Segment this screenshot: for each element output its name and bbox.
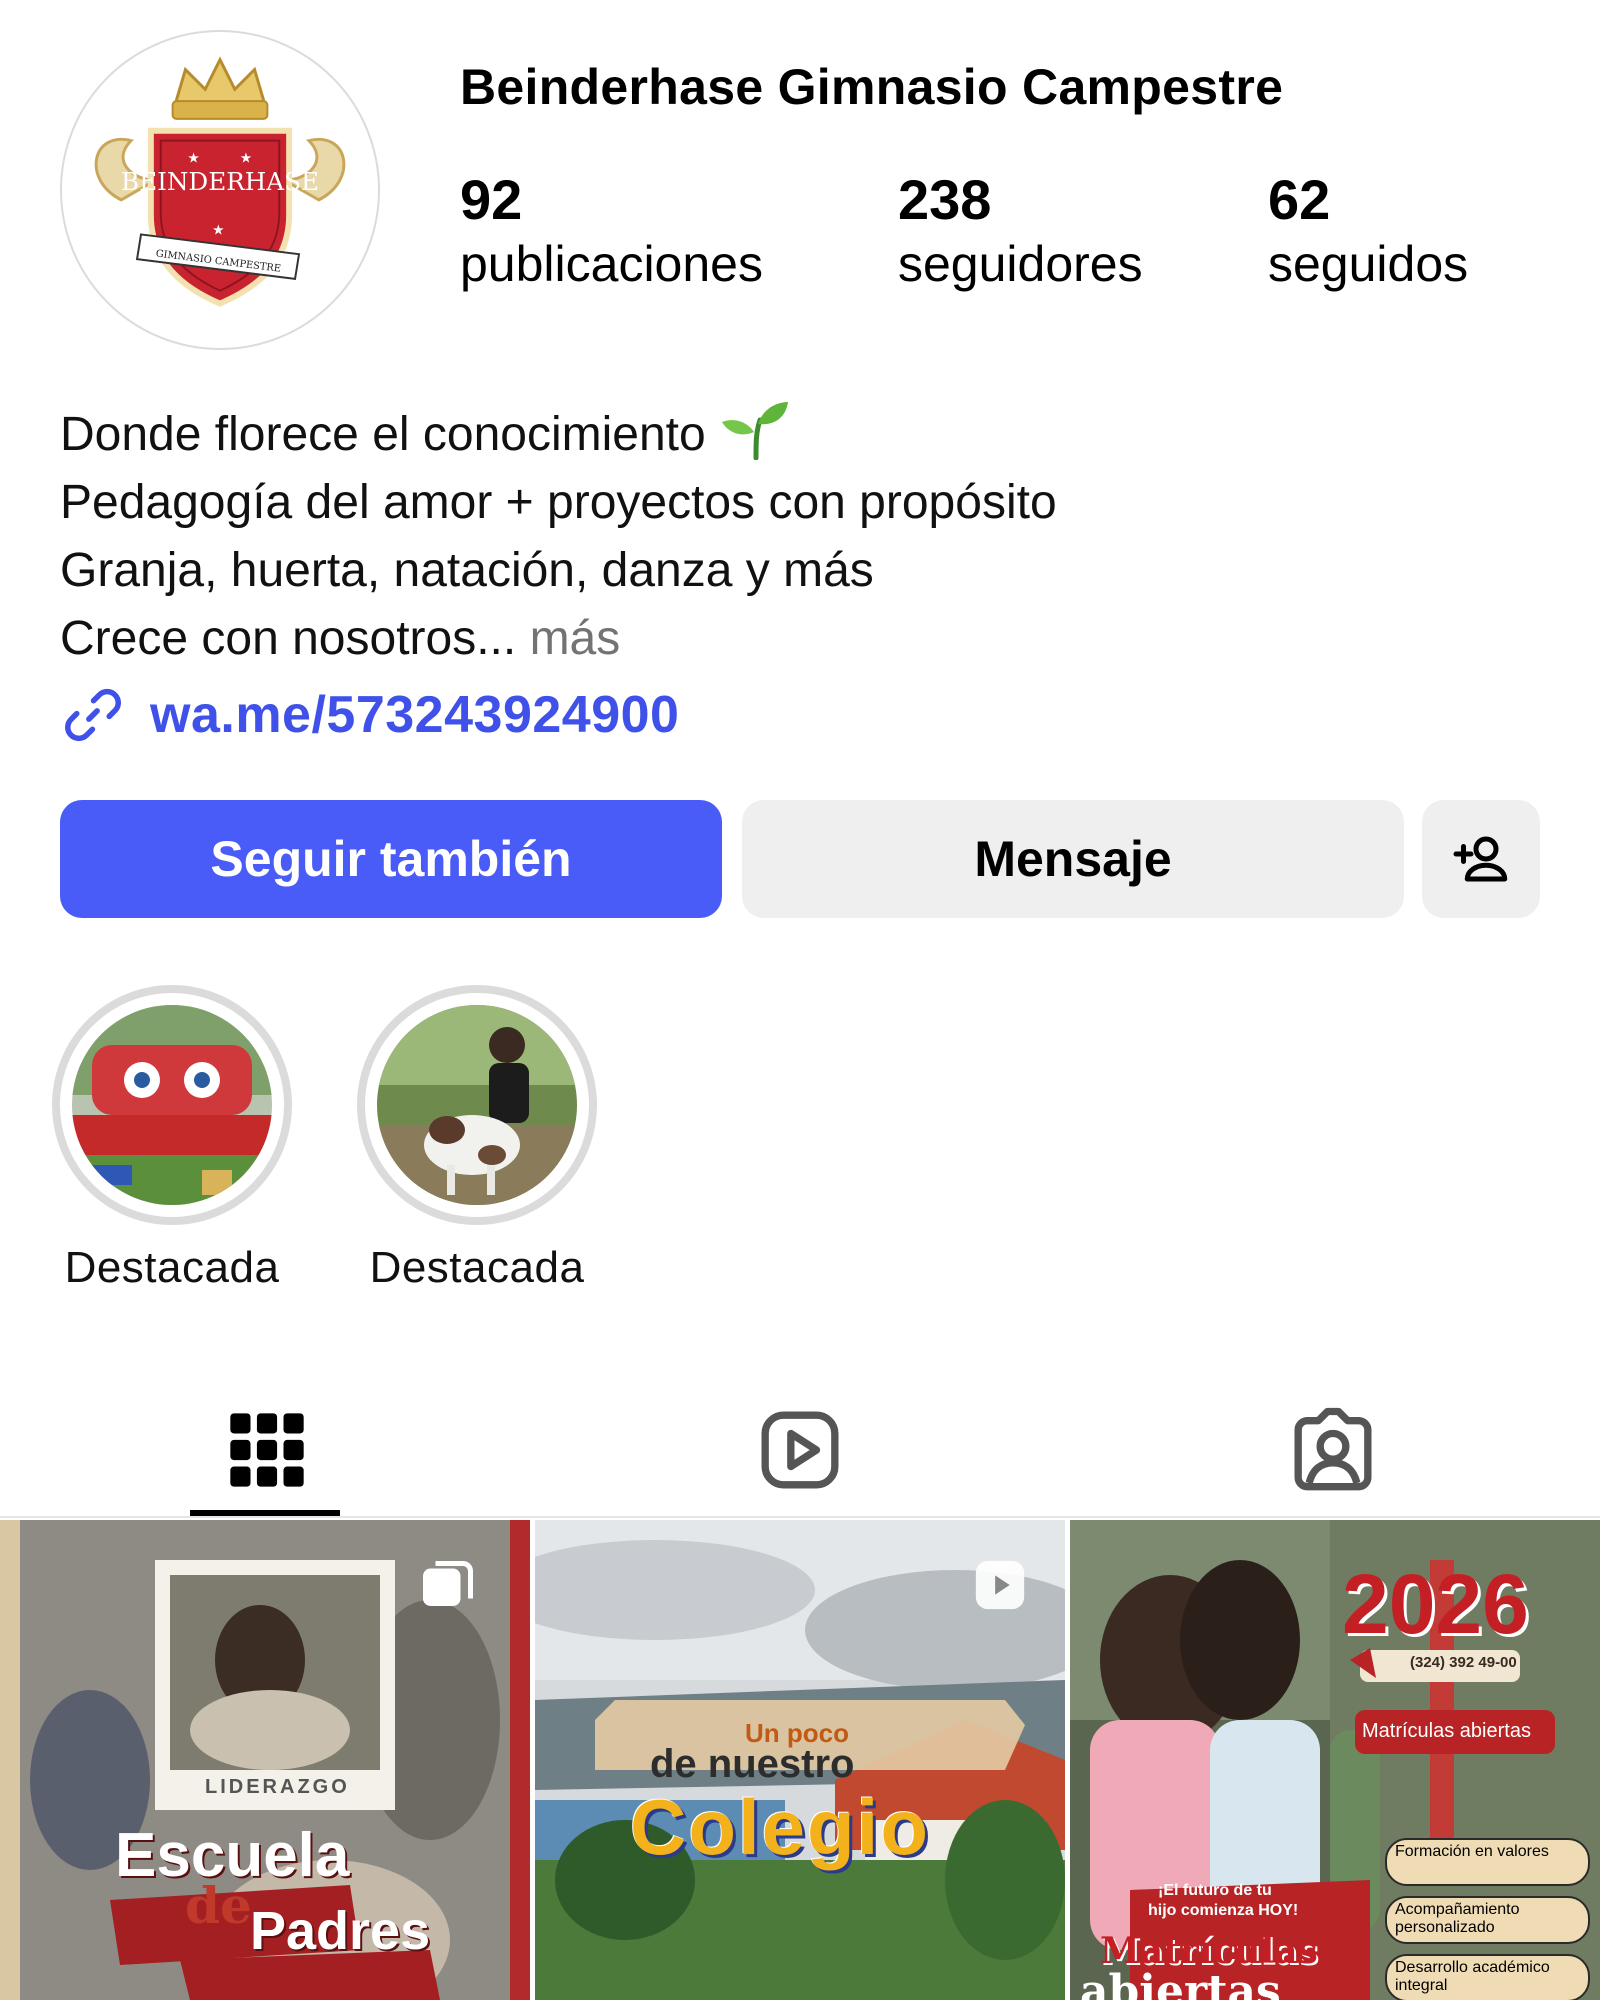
profile-link-text[interactable]: wa.me/573243924900 <box>150 685 679 745</box>
bio-line-3: Granja, huerta, natación, danza y más <box>60 544 874 597</box>
bio-line-4-text: Crece con nosotros <box>60 612 477 665</box>
stat-posts-count: 92 <box>460 168 523 231</box>
post-tagline-1: ¡El futuro de tu <box>1158 1882 1272 1899</box>
post-year: 2026 <box>1342 1557 1529 1651</box>
profile-link[interactable]: wa.me/573243924900 <box>60 682 679 748</box>
post-tagline-2: hijo comienza HOY! <box>1148 1902 1299 1919</box>
reel-icon <box>975 1560 1025 1610</box>
post-big-2: abiertas <box>1080 1966 1281 2000</box>
bio-line-1-text: Donde florece el conocimiento <box>60 408 706 461</box>
highlight-label: Destacada <box>369 1243 585 1292</box>
suggested-users-button[interactable] <box>1422 800 1540 918</box>
profile-avatar[interactable]: BEINDERHASE ★ ★ ★ GIMNASIO CAMPESTRE <box>60 30 380 350</box>
post-nuestro-colegio[interactable]: Un poco de nuestro Colegio <box>535 1520 1065 2000</box>
post-feature-1: Formación en valores <box>1385 1838 1590 1886</box>
highlight-ring <box>357 985 597 1225</box>
stat-followers-count: 238 <box>898 168 992 231</box>
bio-more-link[interactable]: más <box>530 612 621 665</box>
reels-icon <box>761 1411 838 1489</box>
bio-ellipsis: ... <box>476 612 517 665</box>
stat-following-count: 62 <box>1268 168 1331 231</box>
sprout-icon <box>721 402 788 460</box>
school-logo: BEINDERHASE ★ ★ ★ GIMNASIO CAMPESTRE <box>94 56 346 307</box>
tab-posts-grid[interactable] <box>0 1380 533 1520</box>
stat-followers[interactable]: 238 seguidores <box>898 168 1143 296</box>
highlight-ring <box>52 985 292 1225</box>
post-escuela-de-padres[interactable]: LIDERAZGO Escuela de Padres <box>0 1520 530 2000</box>
tagged-icon <box>1294 1407 1371 1491</box>
post-title-2: de <box>185 1876 252 1935</box>
highlight-cover-farm <box>377 1005 577 1205</box>
stat-posts[interactable]: 92 publicaciones <box>460 168 763 296</box>
post-badge: LIDERAZGO <box>205 1776 350 1798</box>
stat-followers-label: seguidores <box>898 236 1143 292</box>
profile-tabs <box>0 1380 1600 1520</box>
post-enrollment: Matrículas abiertas <box>1362 1720 1531 1742</box>
story-highlight-1[interactable]: Destacada <box>52 985 292 1293</box>
tabs-divider <box>0 1516 1600 1518</box>
multiple-photos-icon <box>423 1561 473 1606</box>
post-feature-2: Acompañamiento personalizado <box>1385 1896 1590 1944</box>
post-title-3: Padres <box>250 1901 431 1961</box>
post-feature-3: Desarrollo académico integral <box>1385 1954 1590 2000</box>
bio-line-4: Crece con nosotros... más <box>60 605 1520 673</box>
message-button[interactable]: Mensaje <box>742 800 1404 918</box>
link-icon <box>65 688 121 742</box>
add-user-icon <box>1453 836 1508 882</box>
svg-text:BEINDERHASE: BEINDERHASE <box>121 167 319 196</box>
post-word: Colegio <box>630 1783 930 1871</box>
profile-bio: Donde florece el conocimiento Pedagogía … <box>60 398 1520 673</box>
tab-tagged[interactable] <box>1066 1380 1599 1520</box>
story-highlight-2[interactable]: Destacada <box>357 985 597 1293</box>
posts-grid: LIDERAZGO Escuela de Padres Un poco de n… <box>0 1520 1600 2000</box>
bio-line-2: Pedagogía del amor + proyectos con propó… <box>60 476 1057 529</box>
post-phone: (324) 392 49-00 <box>1410 1654 1517 1671</box>
grid-icon <box>229 1413 304 1487</box>
bio-line-1: Donde florece el conocimiento <box>60 398 1520 469</box>
highlight-label: Destacada <box>64 1243 280 1292</box>
stat-following-label: seguidos <box>1268 236 1469 292</box>
post-matriculas-2026[interactable]: 2026 (324) 392 49-00 Matrículas abiertas… <box>1070 1520 1600 2000</box>
svg-text:★: ★ <box>212 221 224 237</box>
stat-following[interactable]: 62 seguidos <box>1268 168 1468 296</box>
post-line-2: de nuestro <box>650 1742 855 1786</box>
svg-text:★: ★ <box>240 149 252 165</box>
profile-name: Beinderhase Gimnasio Campestre <box>460 59 1284 115</box>
stat-posts-label: publicaciones <box>460 236 763 292</box>
svg-text:★: ★ <box>187 149 199 165</box>
follow-back-button[interactable]: Seguir también <box>60 800 722 918</box>
tab-reels[interactable] <box>533 1380 1066 1520</box>
highlight-cover-playroom <box>72 1005 272 1205</box>
